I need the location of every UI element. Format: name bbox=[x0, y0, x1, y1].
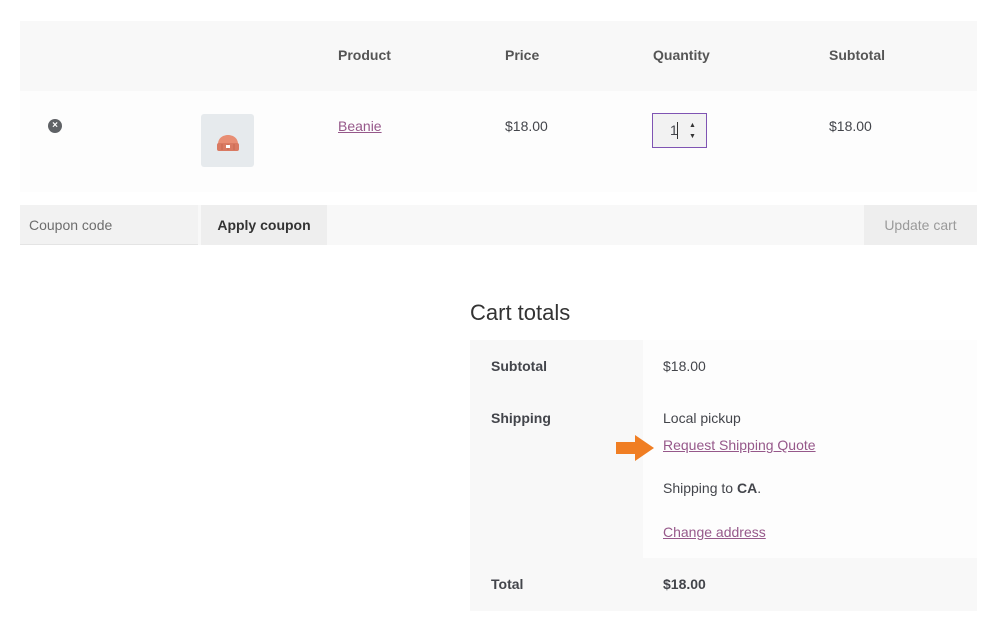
cart-actions: Apply coupon Update cart bbox=[20, 205, 977, 245]
shipping-to-prefix: Shipping to bbox=[663, 480, 734, 496]
quantity-stepper[interactable]: 1 ▲ ▼ bbox=[652, 113, 707, 148]
beanie-icon bbox=[217, 135, 239, 151]
coupon-code-input[interactable] bbox=[20, 205, 198, 245]
table-row: × Beanie $18.00 1 ▲ ▼ $18.00 bbox=[20, 91, 977, 192]
subtotal-value: $18.00 bbox=[663, 358, 706, 374]
change-address-link[interactable]: Change address bbox=[663, 524, 766, 540]
header-price: Price bbox=[505, 47, 540, 63]
shipping-destination: Shipping to CA. bbox=[663, 480, 761, 496]
total-value: $18.00 bbox=[663, 576, 706, 592]
totals-label-column bbox=[470, 340, 643, 611]
text-caret bbox=[677, 122, 678, 139]
total-label: Total bbox=[491, 576, 524, 592]
product-thumbnail[interactable] bbox=[201, 114, 254, 167]
request-shipping-quote-link[interactable]: Request Shipping Quote bbox=[663, 437, 816, 453]
header-quantity: Quantity bbox=[653, 47, 710, 63]
product-subtotal: $18.00 bbox=[829, 118, 872, 134]
cart-table: Product Price Quantity Subtotal × Beanie… bbox=[20, 21, 977, 192]
subtotal-label: Subtotal bbox=[491, 358, 547, 374]
remove-item-icon[interactable]: × bbox=[48, 119, 62, 133]
shipping-method: Local pickup bbox=[663, 410, 741, 426]
cart-totals-title: Cart totals bbox=[470, 300, 571, 325]
header-subtotal: Subtotal bbox=[829, 47, 885, 63]
cart-table-header: Product Price Quantity Subtotal bbox=[20, 21, 977, 91]
arrow-right-icon bbox=[616, 435, 654, 461]
spinner-arrows-icon[interactable]: ▲ ▼ bbox=[689, 120, 696, 142]
product-price: $18.00 bbox=[505, 118, 548, 134]
shipping-to-suffix: . bbox=[757, 480, 762, 496]
apply-coupon-button[interactable]: Apply coupon bbox=[201, 205, 327, 245]
header-product: Product bbox=[338, 47, 391, 63]
product-link-beanie[interactable]: Beanie bbox=[338, 118, 382, 134]
cart-totals-table: Subtotal $18.00 Shipping Local pickup Re… bbox=[470, 340, 977, 611]
update-cart-button[interactable]: Update cart bbox=[864, 205, 977, 245]
shipping-label: Shipping bbox=[491, 410, 551, 426]
shipping-country: CA bbox=[736, 480, 758, 496]
